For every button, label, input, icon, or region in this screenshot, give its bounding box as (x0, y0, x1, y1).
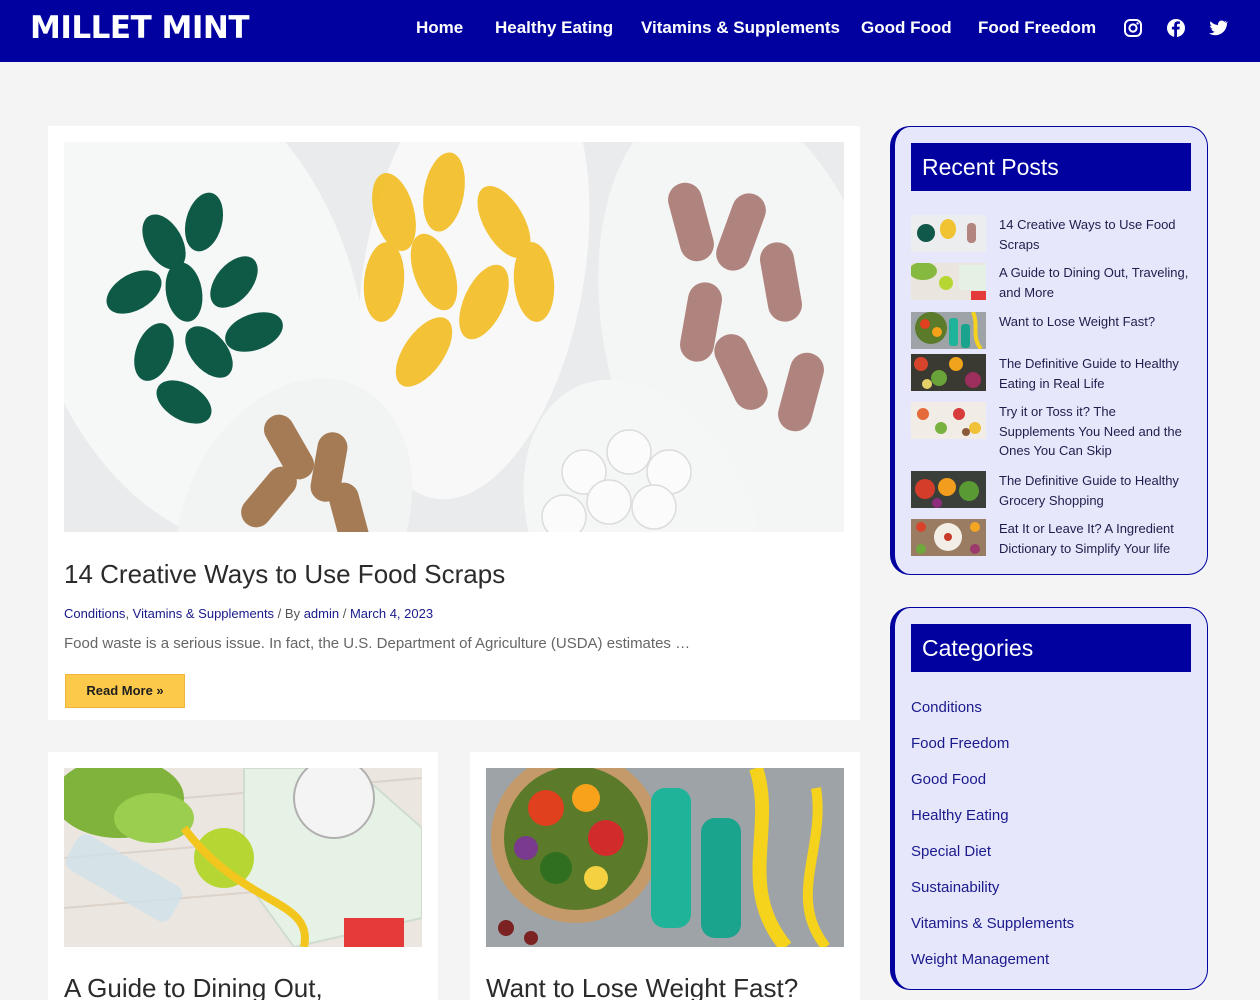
nav-item-home[interactable]: Home (416, 17, 463, 39)
recent-post-title[interactable]: The Definitive Guide to Healthy Grocery … (999, 471, 1194, 510)
meta-comma: , (125, 606, 133, 621)
featured-post-excerpt: Food waste is a serious issue. In fact, … (64, 635, 691, 652)
recent-post-thumb[interactable] (911, 312, 986, 349)
recent-posts-title: Recent Posts (911, 143, 1191, 191)
post-meta: Conditions, Vitamins & Supplements / By … (64, 606, 433, 622)
recent-post-thumb[interactable] (911, 263, 986, 300)
nav-item-food-freedom[interactable]: Food Freedom (978, 17, 1096, 39)
category-link-special-diet[interactable]: Special Diet (911, 842, 991, 862)
recent-post-title[interactable]: Want to Lose Weight Fast? (999, 312, 1194, 332)
nav-item-good-food[interactable]: Good Food (861, 17, 952, 39)
nav-item-healthy-eating[interactable]: Healthy Eating (495, 17, 613, 39)
recent-post-title[interactable]: Eat It or Leave It? A Ingredient Diction… (999, 519, 1194, 558)
recent-post-thumb[interactable] (911, 354, 986, 391)
instagram-icon[interactable] (1123, 18, 1143, 38)
recent-post-thumb[interactable] (911, 215, 986, 252)
category-link-food-freedom[interactable]: Food Freedom (911, 734, 1009, 754)
site-header: MILLET MINT Home Healthy Eating Vitamins… (0, 0, 1260, 62)
recent-post-title[interactable]: 14 Creative Ways to Use Food Scraps (999, 215, 1194, 254)
nav-item-vitamins-supplements[interactable]: Vitamins & Supplements (641, 17, 840, 39)
category-link-conditions[interactable]: Conditions (911, 698, 982, 718)
meta-separator: / (339, 606, 350, 621)
twitter-icon[interactable] (1208, 18, 1228, 38)
recent-post-thumb[interactable] (911, 471, 986, 508)
categories-title: Categories (911, 624, 1191, 672)
post-date[interactable]: March 4, 2023 (350, 606, 433, 621)
meta-separator: / (274, 606, 285, 621)
category-link-vitamins-supplements[interactable]: Vitamins & Supplements (911, 914, 1074, 934)
category-link-good-food[interactable]: Good Food (911, 770, 986, 790)
author-link[interactable]: admin (304, 606, 339, 621)
recent-post-title[interactable]: A Guide to Dining Out, Traveling, and Mo… (999, 263, 1194, 302)
post-image-dining[interactable] (64, 768, 422, 947)
meta-by-label: By (284, 606, 301, 621)
category-link-vitamins[interactable]: Vitamins & Supplements (133, 606, 274, 621)
category-link-conditions[interactable]: Conditions (64, 606, 125, 621)
featured-post-image[interactable] (64, 142, 844, 532)
facebook-icon[interactable] (1166, 18, 1186, 38)
recent-post-title[interactable]: Try it or Toss it? The Supplements You N… (999, 402, 1194, 461)
recent-post-title[interactable]: The Definitive Guide to Healthy Eating i… (999, 354, 1194, 393)
recent-post-thumb[interactable] (911, 519, 986, 556)
post-title[interactable]: Want to Lose Weight Fast? (486, 970, 798, 1000)
featured-post-title[interactable]: 14 Creative Ways to Use Food Scraps (64, 558, 505, 590)
main-nav: Home Healthy Eating Vitamins & Supplemen… (0, 17, 1260, 39)
post-image-weight[interactable] (486, 768, 844, 947)
post-title[interactable]: A Guide to Dining Out, (64, 970, 323, 1000)
read-more-button[interactable]: Read More » (65, 674, 185, 708)
category-link-weight-management[interactable]: Weight Management (911, 950, 1049, 970)
recent-post-thumb[interactable] (911, 402, 986, 439)
category-link-sustainability[interactable]: Sustainability (911, 878, 999, 898)
category-link-healthy-eating[interactable]: Healthy Eating (911, 806, 1009, 826)
